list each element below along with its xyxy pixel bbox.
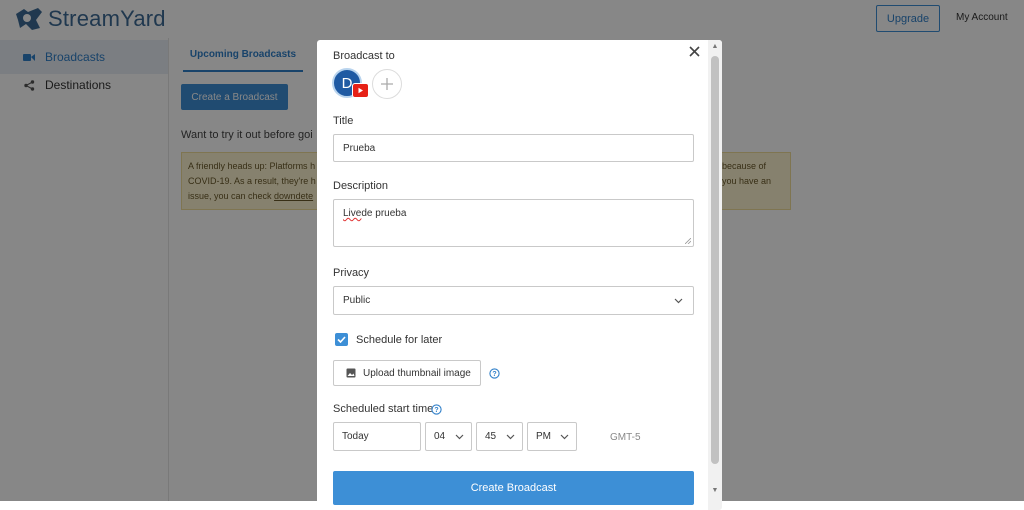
privacy-label: Privacy [333, 267, 370, 279]
minute-value: 45 [485, 431, 497, 442]
resize-handle-icon[interactable] [685, 238, 691, 244]
hour-select[interactable]: 04 [425, 422, 472, 451]
add-destination-button[interactable] [372, 69, 402, 99]
timezone-label: GMT-5 [610, 432, 641, 443]
checkmark-icon [337, 336, 346, 343]
scroll-down-icon[interactable]: ▼ [711, 487, 719, 495]
svg-text:?: ? [492, 371, 496, 378]
ampm-value: PM [536, 431, 551, 442]
help-icon[interactable]: ? [431, 404, 442, 415]
create-broadcast-modal: Broadcast to D Title Prueba Description … [317, 40, 722, 510]
chevron-down-icon [674, 298, 683, 303]
title-label: Title [333, 115, 354, 127]
minute-select[interactable]: 45 [476, 422, 523, 451]
schedule-checkbox[interactable] [335, 333, 348, 346]
ampm-select[interactable]: PM [527, 422, 577, 451]
scrollbar-thumb[interactable] [711, 56, 719, 464]
title-input[interactable]: Prueba [333, 134, 694, 162]
create-broadcast-button[interactable]: Create Broadcast [333, 471, 694, 505]
schedule-label[interactable]: Schedule for later [356, 334, 442, 346]
broadcast-to-label: Broadcast to [333, 50, 395, 62]
start-time-label: Scheduled start time [333, 403, 434, 415]
description-value: de prueba [361, 208, 407, 219]
hour-value: 04 [434, 431, 446, 442]
close-button[interactable] [685, 42, 703, 60]
description-label: Description [333, 180, 389, 192]
description-spellcheck-word: Live [343, 208, 362, 219]
chevron-down-icon [506, 434, 515, 439]
image-icon [346, 368, 356, 378]
svg-text:?: ? [434, 407, 438, 414]
date-value: Today [342, 431, 369, 442]
description-textarea[interactable]: Live de prueba [333, 199, 694, 247]
avatar-initial: D [341, 74, 353, 92]
modal-scrollbar[interactable]: ▲ ▼ [708, 40, 722, 510]
chevron-down-icon [455, 434, 464, 439]
youtube-icon [352, 83, 369, 98]
date-input[interactable]: Today [333, 422, 421, 451]
privacy-value: Public [343, 295, 371, 306]
help-icon[interactable]: ? [489, 368, 500, 379]
upload-thumbnail-label: Upload thumbnail image [363, 367, 471, 379]
plus-icon [381, 78, 393, 90]
scroll-up-icon[interactable]: ▲ [711, 43, 719, 51]
title-value: Prueba [343, 142, 376, 154]
privacy-select[interactable]: Public [333, 286, 694, 315]
chevron-down-icon [560, 434, 569, 439]
upload-thumbnail-button[interactable]: Upload thumbnail image [333, 360, 481, 386]
close-icon [688, 45, 700, 57]
